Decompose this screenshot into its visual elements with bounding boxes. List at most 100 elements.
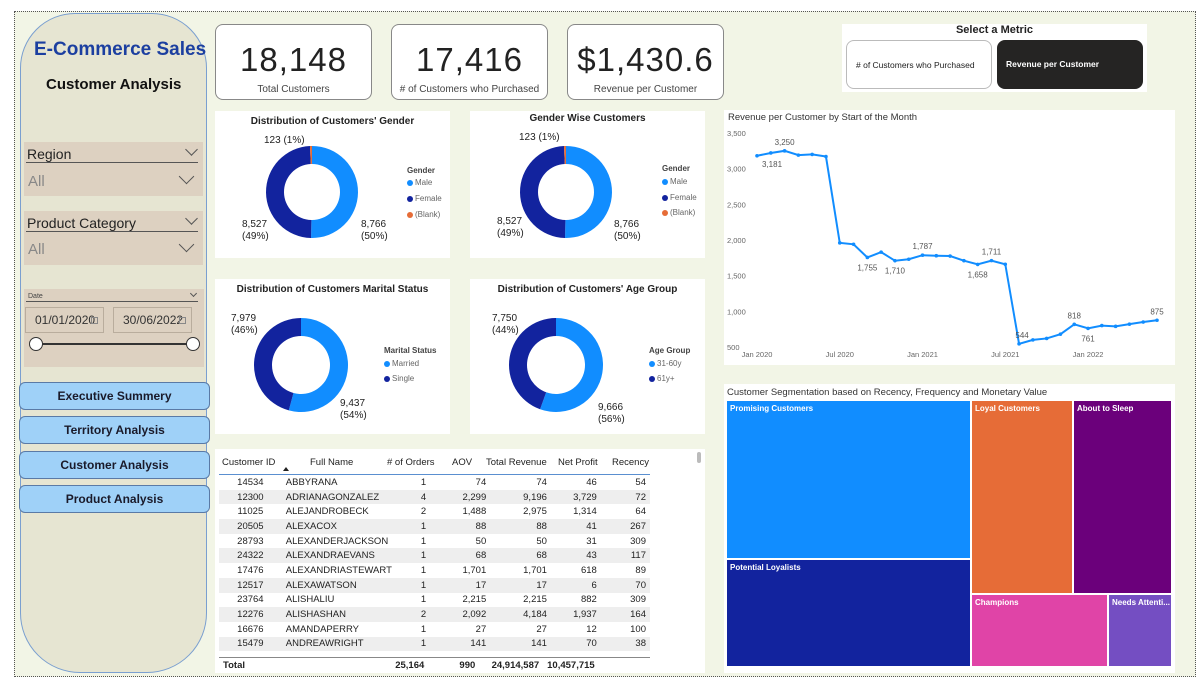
data-point[interactable]: [768, 151, 773, 155]
data-point[interactable]: [1003, 262, 1008, 267]
sort-ascending-icon[interactable]: [283, 467, 289, 471]
table-row[interactable]: 24322 ALEXANDRAEVANS 1 68 68 43 117: [219, 548, 650, 564]
treemap-tile-champions[interactable]: Champions: [972, 595, 1107, 666]
table-cell: 74: [536, 476, 547, 488]
data-point[interactable]: [1031, 338, 1035, 342]
table-row[interactable]: 12300 ADRIANAGONZALEZ 4 2,299 9,196 3,729 72: [219, 489, 650, 505]
col-header-aov[interactable]: AOV: [452, 457, 472, 468]
data-point[interactable]: [1141, 320, 1146, 324]
table-cell: 1,701: [523, 564, 547, 576]
data-point[interactable]: [1072, 322, 1077, 327]
table-row[interactable]: 12517 ALEXAWATSON 1 17 17 6 70: [219, 577, 650, 593]
data-point[interactable]: [934, 253, 939, 258]
data-point[interactable]: [810, 152, 814, 157]
table-cell: ALEXANDRAEVANS: [281, 548, 396, 564]
col-header-recency[interactable]: Recency: [612, 457, 649, 468]
donut-segment-female[interactable]: [266, 146, 312, 238]
table-cell: 1: [395, 519, 452, 534]
y-tick-label: 2,500: [727, 200, 746, 209]
table-cell: 15479: [219, 636, 282, 652]
data-point[interactable]: [1100, 323, 1104, 328]
data-point[interactable]: [1086, 326, 1090, 331]
table-scrollbar[interactable]: [697, 452, 701, 463]
data-label: 3,181: [762, 160, 783, 169]
donut-segment-female[interactable]: [520, 146, 566, 238]
data-point[interactable]: [948, 254, 952, 258]
data-point[interactable]: [1044, 336, 1049, 341]
table-row[interactable]: 14534 ABBYRANA 1 74 74 46 54: [219, 475, 650, 490]
data-point[interactable]: [837, 241, 842, 245]
donut-label-blank: 123 (1%): [519, 132, 560, 143]
col-header-full-name[interactable]: Full Name: [310, 457, 353, 468]
table-row[interactable]: 11025 ALEJANDROBECK 2 1,488 2,975 1,314 64: [219, 504, 650, 519]
x-tick-label: Jan 2020: [742, 350, 773, 359]
table-row[interactable]: 28793 ALEXANDERJACKSON 1 50 50 31 309: [219, 534, 650, 549]
data-point[interactable]: [1017, 342, 1021, 346]
table-row[interactable]: 17476 ALEXANDRIASTEWART 1 1,701 1,701 618 89: [219, 563, 650, 578]
legend-item-female: Female: [662, 193, 697, 202]
table-row[interactable]: 16676 AMANDAPERRY 1 27 27 12 100: [219, 622, 650, 637]
x-tick-label: Jan 2022: [1073, 350, 1104, 359]
treemap-tile-about-to-sleep[interactable]: About to Sleep: [1074, 401, 1171, 593]
data-point[interactable]: [1058, 332, 1063, 336]
table-cell: 1,314: [573, 506, 597, 518]
data-point[interactable]: [920, 253, 925, 257]
table-cell: 141: [490, 636, 551, 652]
col-header-orders[interactable]: # of Orders: [387, 457, 435, 468]
data-point[interactable]: [906, 257, 911, 262]
table-row[interactable]: 20505 ALEXACOX 1 88 88 41 267: [219, 519, 650, 534]
table-cell: ALISHALIU: [285, 594, 335, 606]
col-header-net-profit[interactable]: Net Profit: [558, 457, 598, 468]
table-cell: 141: [451, 636, 491, 652]
data-point[interactable]: [893, 258, 897, 263]
data-point[interactable]: [879, 250, 883, 254]
data-point[interactable]: [989, 258, 994, 263]
data-point[interactable]: [1155, 318, 1159, 323]
donut-chart-marital: [254, 317, 349, 412]
data-point[interactable]: [1127, 322, 1132, 326]
data-point[interactable]: [962, 258, 966, 263]
data-point[interactable]: [796, 153, 801, 157]
legend-item-31-60y: 31-60y: [649, 359, 681, 368]
table-cell: ANDREAWRIGHT: [281, 636, 396, 652]
data-point[interactable]: [865, 255, 870, 260]
table-cell: 72: [600, 489, 650, 505]
table-cell: 88: [490, 519, 551, 534]
data-point[interactable]: [975, 262, 980, 267]
total-row: Total 25,164 990 24,914,587 10,457,715: [219, 658, 650, 673]
donut-segment-male[interactable]: [565, 146, 612, 238]
y-tick-label: 1,000: [727, 307, 746, 316]
table-row[interactable]: 15479 ANDREAWRIGHT 1 141 141 70 38: [219, 636, 650, 652]
donut-label-married: 9,437 (54%): [340, 398, 367, 421]
table-cell: 54: [635, 476, 646, 488]
table-row[interactable]: 23764 ALISHALIU 1 2,215 2,215 882 309: [219, 593, 650, 608]
data-point[interactable]: [851, 242, 856, 247]
tile-label: Promising Customers: [730, 404, 814, 413]
col-header-customer-id[interactable]: Customer ID: [222, 457, 275, 468]
treemap-tile-loyal[interactable]: Loyal Customers: [972, 401, 1072, 593]
data-point[interactable]: [824, 154, 828, 159]
table-cell: AMANDAPERRY: [285, 623, 359, 635]
total-cell: [284, 658, 380, 673]
treemap-tile-needs-attention[interactable]: Needs Attenti...: [1109, 595, 1171, 666]
legend-dot: [407, 179, 413, 186]
data-point[interactable]: [1113, 324, 1118, 329]
data-point[interactable]: [755, 153, 759, 158]
table-cell: 117: [600, 548, 650, 564]
table-cell: 64: [635, 506, 646, 518]
donut-segment-male[interactable]: [311, 146, 358, 239]
table-cell: 70: [600, 577, 650, 593]
treemap-tile-promising[interactable]: Promising Customers: [727, 401, 970, 558]
table-cell: 9,196: [490, 489, 551, 505]
legend-item-male: Male: [407, 178, 432, 187]
table-row[interactable]: 12276 ALISHASHAN 2 2,092 4,184 1,937 164: [219, 607, 650, 622]
col-header-total-revenue[interactable]: Total Revenue: [486, 457, 547, 468]
data-label: 818: [1068, 311, 1082, 320]
data-point[interactable]: [782, 149, 787, 153]
treemap-tile-potential-loyalists[interactable]: Potential Loyalists: [727, 560, 970, 666]
table-cell: ABBYRANA: [285, 476, 338, 488]
table-cell: 2,215: [462, 594, 487, 606]
table-cell: 1,701: [462, 564, 487, 576]
donut-chart-gender-wise: [520, 146, 612, 238]
table-total-row: Total 25,164 990 24,914,587 10,457,715: [219, 658, 650, 673]
